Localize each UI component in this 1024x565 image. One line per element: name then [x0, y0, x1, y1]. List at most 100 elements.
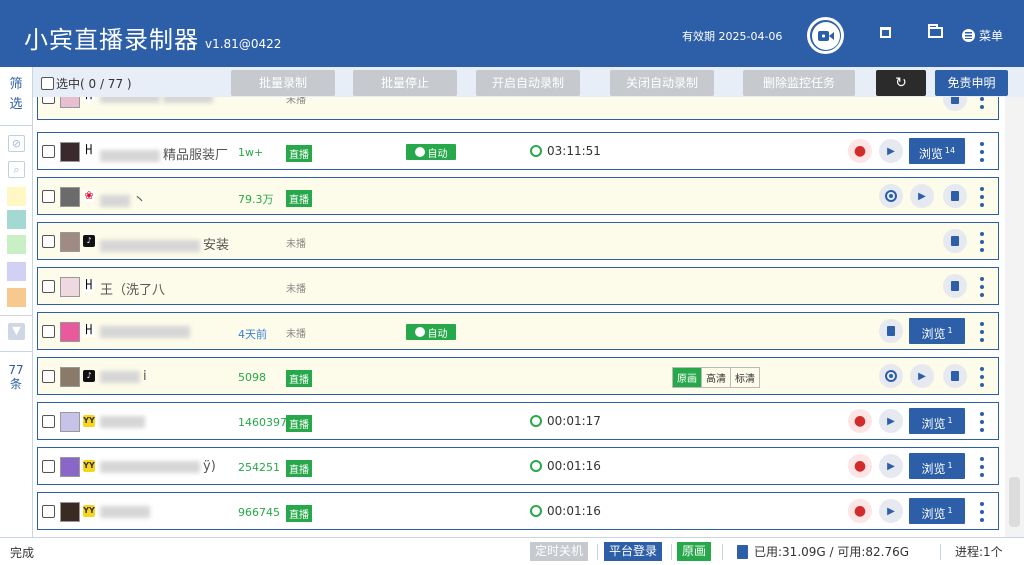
search-icon[interactable]: ⌕ [8, 161, 25, 178]
batch-record-button[interactable]: 批量录制 [231, 70, 335, 96]
row-checkbox[interactable] [42, 97, 55, 104]
quality-option[interactable]: 高清 [701, 368, 730, 387]
stop-record-button[interactable]: ● [848, 409, 872, 433]
browse-button[interactable]: 浏览 14 [909, 138, 965, 164]
kuaishou-icon: ꀿ [83, 144, 95, 157]
more-icon[interactable] [979, 277, 985, 297]
disclaimer-button[interactable]: 免责申明 [935, 70, 1008, 96]
monitor-button[interactable] [879, 364, 903, 388]
color-filter-yellow[interactable] [7, 187, 26, 206]
color-filter-teal[interactable] [7, 210, 26, 229]
play-button[interactable]: ▶ [910, 364, 934, 388]
clear-filter-icon[interactable]: ⊘ [8, 135, 25, 152]
list-item[interactable]: YY ÿ) 254251 直播 00:01:16 ● ▶ 浏览 1 [37, 447, 999, 485]
browse-button[interactable]: 浏览 1 [909, 498, 965, 524]
row-checkbox[interactable] [42, 190, 55, 203]
delete-button[interactable] [879, 319, 903, 343]
record-camera-icon[interactable] [807, 17, 844, 54]
play-button[interactable]: ▶ [879, 139, 903, 163]
window-icon[interactable] [880, 27, 891, 38]
play-button[interactable]: ▶ [879, 409, 903, 433]
delete-button[interactable] [943, 229, 967, 253]
more-icon[interactable] [979, 412, 985, 432]
stop-record-button[interactable]: ● [848, 139, 872, 163]
douyin-icon: ♪ [83, 235, 95, 247]
quality-option[interactable]: 标清 [730, 368, 759, 387]
list-item[interactable]: ꀿ 王（洗了八 未播 [37, 267, 999, 305]
enable-auto-record-button[interactable]: 开启自动录制 [476, 70, 580, 96]
row-checkbox[interactable] [42, 460, 55, 473]
list-item[interactable]: YY 966745 直播 00:01:16 ● ▶ 浏览 1 [37, 492, 999, 530]
menu-button[interactable]: 菜单 [962, 27, 1003, 44]
more-icon[interactable] [979, 457, 985, 477]
quality-selector[interactable]: 原画 高清 标清 [672, 367, 760, 388]
quality-option[interactable]: 原画 [673, 368, 701, 387]
play-button[interactable]: ▶ [879, 454, 903, 478]
filter-label[interactable]: 筛选 [8, 75, 24, 115]
list-item[interactable]: ♪ i 5098 直播 原画 高清 标清 ▶ [37, 357, 999, 395]
trash-icon [951, 97, 959, 104]
auto-record-badge[interactable]: 自动 [406, 144, 456, 160]
play-button[interactable]: ▶ [879, 499, 903, 523]
status-label: 未播 [286, 239, 306, 250]
browse-button[interactable]: 浏览 1 [909, 408, 965, 434]
row-checkbox[interactable] [42, 325, 55, 338]
list-item[interactable]: ꀿ 未播 [37, 97, 999, 120]
delete-button[interactable] [943, 274, 967, 298]
row-checkbox[interactable] [42, 415, 55, 428]
streamer-name [100, 414, 148, 429]
disable-auto-record-button[interactable]: 关闭自动录制 [610, 70, 714, 96]
row-checkbox[interactable] [42, 505, 55, 518]
scroll-thumb[interactable] [1009, 477, 1020, 527]
scheduled-shutdown-button[interactable]: 定时关机 [530, 542, 589, 561]
list-item[interactable]: ꀿ 4天前 未播 自动 浏览 1 [37, 312, 999, 350]
row-checkbox[interactable] [42, 280, 55, 293]
viewer-count: 5098 [238, 371, 266, 384]
color-filter-lavender[interactable] [7, 262, 26, 281]
delete-button[interactable] [943, 364, 967, 388]
browse-button[interactable]: 浏览 1 [909, 318, 965, 344]
browse-button[interactable]: 浏览 1 [909, 453, 965, 479]
stop-record-button[interactable]: ● [848, 454, 872, 478]
more-icon[interactable] [979, 502, 985, 522]
stop-record-button[interactable]: ● [848, 499, 872, 523]
select-all-checkbox[interactable]: 选中( 0 / 77 ) [41, 75, 132, 92]
auto-record-badge[interactable]: 自动 [406, 324, 456, 340]
folder-icon[interactable] [928, 24, 943, 38]
default-quality-button[interactable]: 原画 [677, 542, 712, 561]
download-icon [530, 145, 542, 157]
refresh-button[interactable]: ↻ [876, 70, 926, 96]
delete-button[interactable] [943, 184, 967, 208]
play-icon: ▶ [887, 415, 895, 427]
avatar [60, 97, 80, 108]
row-checkbox[interactable] [42, 370, 55, 383]
list-item[interactable]: ꀿ 精品服装厂 1w+ 直播 自动 03:11:51 ● ▶ 浏览 14 [37, 132, 999, 170]
funnel-icon[interactable]: ▼ [8, 323, 25, 340]
more-icon[interactable] [979, 142, 985, 162]
platform-login-button[interactable]: 平台登录 [604, 542, 663, 561]
more-icon[interactable] [979, 97, 985, 109]
list-scrollbar[interactable] [1005, 97, 1024, 537]
status-badge: 直播 [286, 460, 312, 477]
more-icon[interactable] [979, 322, 985, 342]
color-filter-green[interactable] [7, 235, 26, 254]
delete-button[interactable] [943, 97, 967, 111]
avatar [60, 322, 80, 342]
monitor-button[interactable] [879, 184, 903, 208]
color-filter-orange[interactable] [7, 288, 26, 307]
more-icon[interactable] [979, 187, 985, 207]
more-icon[interactable] [979, 232, 985, 252]
batch-stop-button[interactable]: 批量停止 [353, 70, 457, 96]
checkbox-icon [41, 77, 54, 90]
list-item[interactable]: ♪ 安装 未播 [37, 222, 999, 260]
list-item[interactable]: YY 1460397 直播 00:01:17 ● ▶ 浏览 1 [37, 402, 999, 440]
delete-monitor-task-button[interactable]: 删除监控任务 [743, 70, 855, 96]
target-icon [885, 370, 897, 382]
more-icon[interactable] [979, 367, 985, 387]
stop-icon: ● [853, 413, 867, 429]
row-checkbox[interactable] [42, 145, 55, 158]
list-item[interactable]: ❀ 丶 79.3万 直播 ▶ [37, 177, 999, 215]
divider [0, 351, 33, 352]
row-checkbox[interactable] [42, 235, 55, 248]
play-button[interactable]: ▶ [910, 184, 934, 208]
